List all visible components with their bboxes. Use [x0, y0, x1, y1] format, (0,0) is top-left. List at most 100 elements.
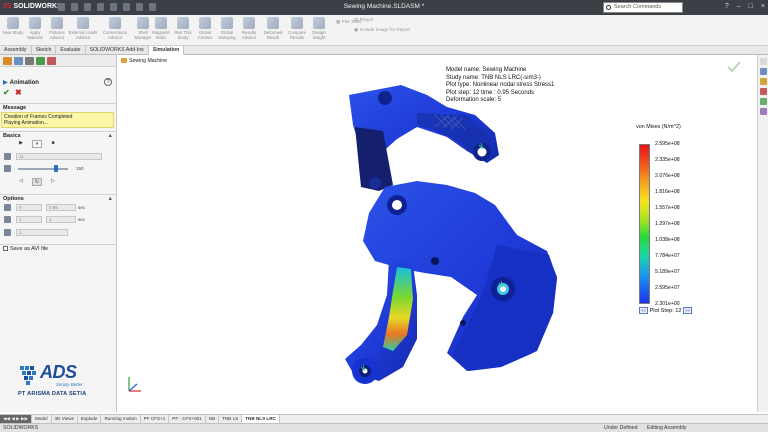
new-study-icon: [7, 17, 19, 29]
ok-cancel-group: ✔ ✖: [3, 88, 22, 97]
stress-plot-model[interactable]: [117, 55, 757, 412]
view-palette-icon[interactable]: [759, 88, 767, 95]
deformed-icon: [267, 17, 279, 29]
loads-icon: [77, 17, 89, 29]
design-library-icon[interactable]: [759, 68, 767, 75]
results-icon: [243, 17, 255, 29]
pause-button[interactable]: ⏸: [32, 140, 42, 148]
magnetic-bolts-button[interactable]: Magnetic Bolts: [150, 17, 172, 40]
message-box: Creation of Frames Completed Playing Ani…: [1, 112, 114, 128]
end-time-icon: [4, 216, 11, 223]
close-button[interactable]: ×: [761, 3, 765, 10]
task-pane: [757, 55, 768, 412]
command-manager: New Study Apply Material Fixtures Adviso…: [0, 15, 768, 46]
feature-manager-icon[interactable]: [3, 57, 12, 65]
stress-color-legend[interactable]: [639, 144, 650, 304]
external-loads-button[interactable]: External Loads Advisor: [68, 17, 98, 40]
shell-icon: [137, 17, 149, 29]
apply-material-button[interactable]: Apply Material: [24, 17, 46, 40]
new-study-button[interactable]: New Study: [2, 17, 24, 35]
status-app-name: SOLIDWORKS: [3, 425, 39, 431]
step-forward-button[interactable]: ▷: [48, 178, 58, 186]
loop-count-icon: [4, 229, 11, 236]
speed-slider[interactable]: [18, 165, 68, 172]
end-time-field[interactable]: 1: [46, 216, 76, 223]
option-row-1: 0 0.95 sec: [0, 203, 117, 213]
cancel-button[interactable]: ✖: [15, 88, 22, 97]
fixtures-advisor-button[interactable]: Fixtures Advisor: [46, 17, 68, 40]
confirm-checkmark-icon[interactable]: [727, 61, 741, 73]
tab-simulation[interactable]: Simulation: [148, 46, 185, 55]
help-button[interactable]: ?: [104, 78, 112, 86]
maximize-button[interactable]: □: [749, 3, 753, 10]
ok-button[interactable]: ✔: [3, 88, 10, 97]
step-controls: ◁ ↻ ▷: [0, 178, 117, 188]
graphics-viewport[interactable]: Sewing Machine Model name: Sewing Machin…: [117, 55, 757, 412]
option-row-2: 1 1 sec: [0, 215, 117, 225]
basics-section-header[interactable]: Basics ▲: [0, 131, 117, 139]
plot-step-prev-button[interactable]: <<: [639, 307, 648, 314]
display-manager-icon[interactable]: [47, 57, 56, 65]
results-advisor-button[interactable]: Results Advisor: [238, 17, 260, 40]
property-manager-panel: ▶ Animation ? ✔ ✖ Message Creation of Fra…: [0, 55, 117, 412]
compare-results-button[interactable]: Compare Results: [286, 17, 308, 40]
stop-button[interactable]: ■: [48, 140, 58, 148]
reference-triad: [128, 377, 141, 392]
message-section-header[interactable]: Message: [0, 103, 117, 111]
title-bar: 3S SOLIDWORKS Sewing Machine.SLDASM * Se…: [0, 0, 768, 15]
design-insight-button[interactable]: Design Insight: [308, 17, 330, 40]
end-frame-field[interactable]: 1: [16, 216, 42, 223]
apply-material-icon: [29, 17, 41, 29]
configuration-manager-icon[interactable]: [25, 57, 34, 65]
compare-icon: [291, 17, 303, 29]
ads-tagline: Simply Better: [56, 382, 83, 387]
bottom-tabs: ◀◀ ◀ ▶ ▶▶ Model 3D Views Explode Running…: [0, 414, 768, 424]
tab-assembly[interactable]: Assembly: [0, 46, 32, 55]
tab-addins[interactable]: SOLIDWORKS Add-Ins: [86, 46, 149, 55]
custom-properties-icon[interactable]: [759, 108, 767, 115]
start-time-field[interactable]: 0.95: [46, 204, 76, 211]
company-name: PT ARISMA DATA SETIA: [18, 391, 87, 397]
minimize-button[interactable]: –: [737, 3, 741, 10]
loop-count-field[interactable]: 1: [16, 229, 68, 236]
connections-advisor-button[interactable]: Connections Advisor: [100, 17, 130, 40]
search-commands-input[interactable]: Search Commands: [603, 2, 683, 13]
frames-row: 11: [0, 152, 117, 162]
status-editing: Editing Assembly: [647, 425, 687, 431]
tab-evaluate[interactable]: Evaluate: [56, 46, 86, 55]
manager-tabs: [0, 55, 116, 67]
include-image-button[interactable]: ▣ Include Image for Report: [354, 27, 410, 33]
command-tabs: Assembly Sketch Evaluate SOLIDWORKS Add-…: [0, 46, 768, 55]
options-section-header[interactable]: Options ▲: [0, 194, 117, 202]
loop-button[interactable]: ↻: [32, 178, 42, 186]
speed-row: 150: [0, 164, 117, 174]
connections-icon: [109, 17, 121, 29]
ads-mark-icon: [20, 366, 36, 385]
start-frame-field[interactable]: 0: [16, 204, 42, 211]
speed-icon: [4, 165, 11, 172]
status-definition: Under Defined: [604, 425, 638, 431]
window-controls: ? – □ ×: [725, 3, 765, 10]
fixtures-icon: [51, 17, 63, 29]
step-back-button[interactable]: ◁: [16, 178, 26, 186]
frames-field[interactable]: 11: [16, 153, 102, 160]
run-icon: [177, 17, 189, 29]
ads-logo: ADS Simply Better PT ARISMA DATA SETIA: [18, 362, 98, 410]
dimxpert-icon[interactable]: [36, 57, 45, 65]
help-icon[interactable]: ?: [725, 3, 729, 10]
speed-slider-thumb[interactable]: [54, 165, 58, 172]
appearances-icon[interactable]: [759, 98, 767, 105]
save-avi-checkbox[interactable]: [3, 246, 8, 252]
file-explorer-icon[interactable]: [759, 78, 767, 85]
run-study-button[interactable]: Run This Study: [172, 17, 194, 40]
magnetic-bolts-icon: [155, 17, 167, 29]
tab-sketch[interactable]: Sketch: [32, 46, 57, 55]
global-damping-button[interactable]: Global Damping: [216, 17, 238, 40]
deformed-result-button[interactable]: Deformed Result: [262, 17, 284, 40]
report-button[interactable]: ▤ Report: [354, 17, 373, 23]
plot-step-next-button[interactable]: >>: [683, 307, 692, 314]
resources-icon[interactable]: [759, 58, 767, 65]
property-manager-icon[interactable]: [14, 57, 23, 65]
play-button[interactable]: ▶: [16, 140, 26, 148]
global-contact-button[interactable]: Global Contact: [194, 17, 216, 40]
